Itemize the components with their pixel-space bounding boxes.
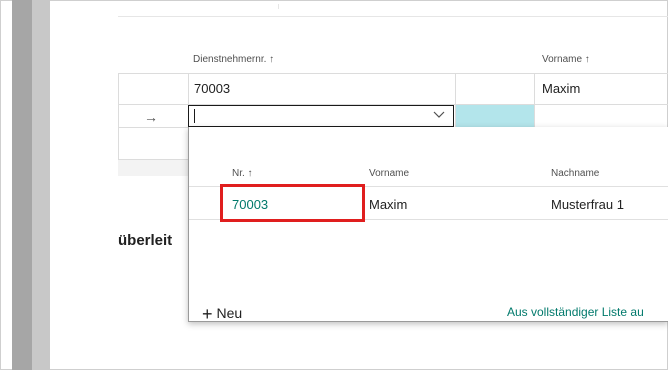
left-rail-inner — [32, 0, 50, 370]
column-header-employee-no[interactable]: Dienstnehmernr. ↑ — [193, 54, 274, 65]
lookup-header-no[interactable]: Nr. ↑ — [232, 168, 253, 179]
plus-icon: + — [202, 304, 213, 324]
employee-no-lookup-input[interactable] — [188, 105, 454, 127]
lookup-dropdown: Nr. ↑ Vorname Nachname 70003 Maxim Muste… — [188, 127, 668, 325]
selected-cell[interactable] — [456, 105, 534, 127]
cell-employee-no[interactable]: 70003 — [194, 81, 230, 96]
top-divider — [118, 16, 668, 17]
grid-line — [534, 73, 535, 127]
lookup-row-first-name[interactable]: Maxim — [369, 197, 407, 212]
new-button[interactable]: + Neu — [202, 304, 242, 325]
new-button-label: Neu — [216, 305, 243, 321]
lookup-header-first-name[interactable]: Vorname — [369, 168, 409, 179]
column-header-first-name[interactable]: Vorname ↑ — [542, 54, 590, 65]
top-divider-tick — [278, 4, 279, 9]
section-heading: überleit — [118, 232, 173, 249]
select-from-full-list-link[interactable]: Aus vollständiger Liste au — [507, 305, 644, 319]
arrow-right-icon: → — [144, 109, 158, 125]
chevron-down-icon[interactable] — [433, 108, 445, 123]
highlight-annotation — [220, 184, 365, 222]
left-rail — [12, 0, 32, 370]
lookup-header-last-name[interactable]: Nachname — [551, 168, 599, 179]
lookup-row-last-name[interactable]: Musterfrau 1 — [551, 197, 624, 212]
cell-first-name[interactable]: Maxim — [542, 81, 580, 96]
grid-footer-band — [118, 160, 188, 176]
text-caret — [194, 109, 195, 123]
grid-line — [118, 73, 119, 159]
grid-line — [118, 73, 668, 74]
